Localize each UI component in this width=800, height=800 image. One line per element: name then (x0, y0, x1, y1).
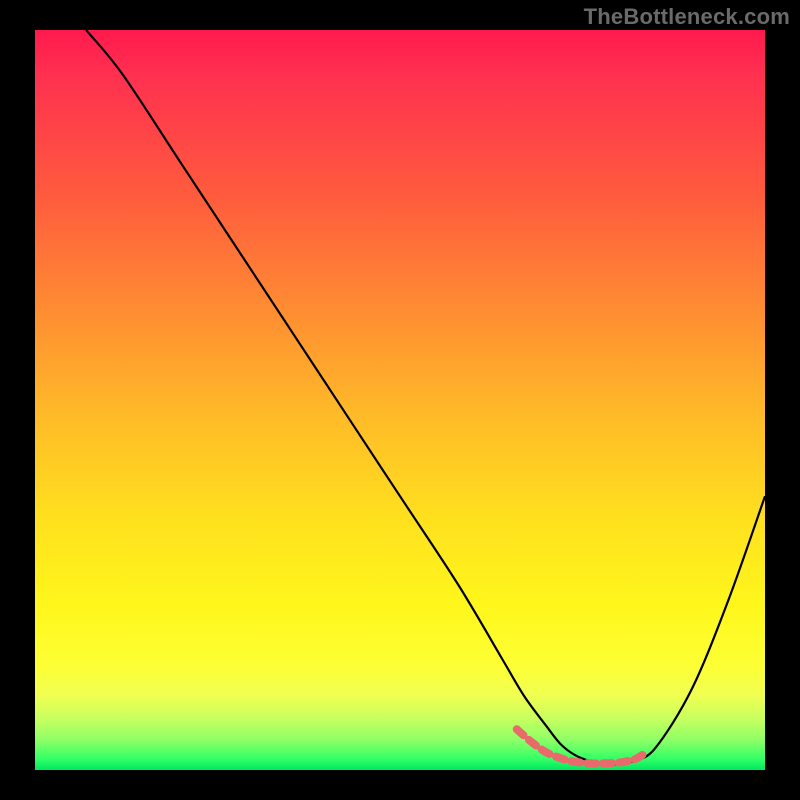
chart-frame: TheBottleneck.com (0, 0, 800, 800)
plot-area (35, 30, 765, 770)
main-curve-path (86, 30, 765, 764)
watermark-text: TheBottleneck.com (584, 4, 790, 30)
curve-layer (35, 30, 765, 770)
